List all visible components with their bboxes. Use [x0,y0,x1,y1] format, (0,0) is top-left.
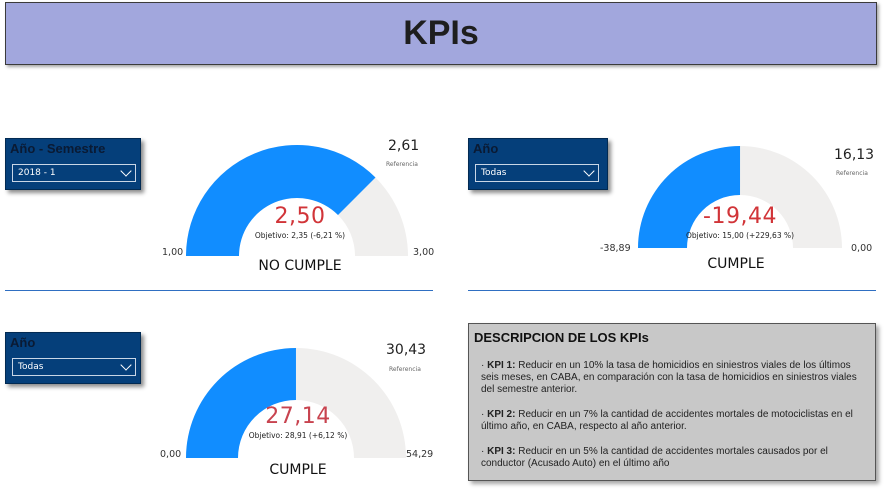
description-item: · KPI 2: Reducir en un 7% la cantidad de… [481,409,853,432]
slicer-dropdown[interactable]: Todas [12,358,136,376]
kpi-label: KPI 1: [487,360,516,371]
chevron-down-icon [120,165,132,177]
kpi1-gauge: 2,50 Objetivo: 2,35 (-6,21 %) 1,00 3,00 … [150,130,450,280]
slicer-dropdown[interactable]: Todas [475,164,599,182]
divider-line [5,290,433,291]
gauge-reference-label: Referencia [386,161,418,168]
gauge-value: 2,50 [274,204,326,229]
kpi-text: Reducir en un 5% la cantidad de accident… [481,446,828,469]
kpi3-gauge: 27,14 Objetivo: 28,91 (+6,12 %) 0,00 54,… [148,334,448,484]
gauge-max: 3,00 [413,247,435,258]
gauge-target: Objetivo: 15,00 (+229,63 %) [685,231,795,240]
gauge-min: -38,89 [600,243,631,254]
description-title: DESCRIPCION DE LOS KPIs [474,330,649,345]
slicer-title: Año [10,335,36,350]
gauge-reference-value: 30,43 [386,342,427,358]
gauge-target: Objetivo: 28,91 (+6,12 %) [248,431,348,440]
gauge-value: -19,44 [703,204,777,229]
slicer-title: Año [473,141,499,156]
slicer-anio-semestre: Año - Semestre 2018 - 1 [5,138,141,190]
gauge-reference-label: Referencia [389,366,421,373]
gauge-min: 1,00 [162,247,184,258]
slicer-selected-value: 2018 - 1 [18,168,56,178]
kpi-status: NO CUMPLE [258,258,342,274]
kpi-status: CUMPLE [269,462,327,478]
slicer-dropdown[interactable]: 2018 - 1 [12,164,136,182]
gauge-max: 54,29 [406,449,434,460]
divider-line [468,290,876,291]
slicer-title: Año - Semestre [10,141,106,156]
slicer-anio: Año Todas [5,332,141,384]
gauge-min: 0,00 [160,449,182,460]
kpi-status: CUMPLE [707,256,765,272]
gauge-fill [186,348,296,458]
slicer-anio: Año Todas [468,138,608,190]
kpi-text: Reducir en un 10% la tasa de homicidios … [481,360,857,395]
gauge-max: 0,00 [851,243,873,254]
kpi2-gauge: -19,44 Objetivo: 15,00 (+229,63 %) -38,8… [590,130,880,280]
description-item: · KPI 3: Reducir en un 5% la cantidad de… [481,446,828,469]
page-title: KPIs [403,14,479,52]
chevron-down-icon [120,359,132,371]
slicer-selected-value: Todas [481,168,507,178]
gauge-value: 27,14 [265,404,331,429]
kpi-label: KPI 3: [487,446,516,457]
gauge-target: Objetivo: 2,35 (-6,21 %) [254,231,346,240]
kpi-label: KPI 2: [487,409,516,420]
kpi-description-card: DESCRIPCION DE LOS KPIs · KPI 1: Reducir… [468,323,876,481]
slicer-selected-value: Todas [18,362,44,372]
title-banner: KPIs [5,2,877,65]
kpi-text: Reducir en un 7% la cantidad de accident… [481,409,853,432]
description-item: · KPI 1: Reducir en un 10% la tasa de ho… [481,360,857,395]
gauge-reference-label: Referencia [836,170,868,177]
gauge-reference-value: 2,61 [388,138,420,154]
gauge-reference-value: 16,13 [834,147,875,163]
